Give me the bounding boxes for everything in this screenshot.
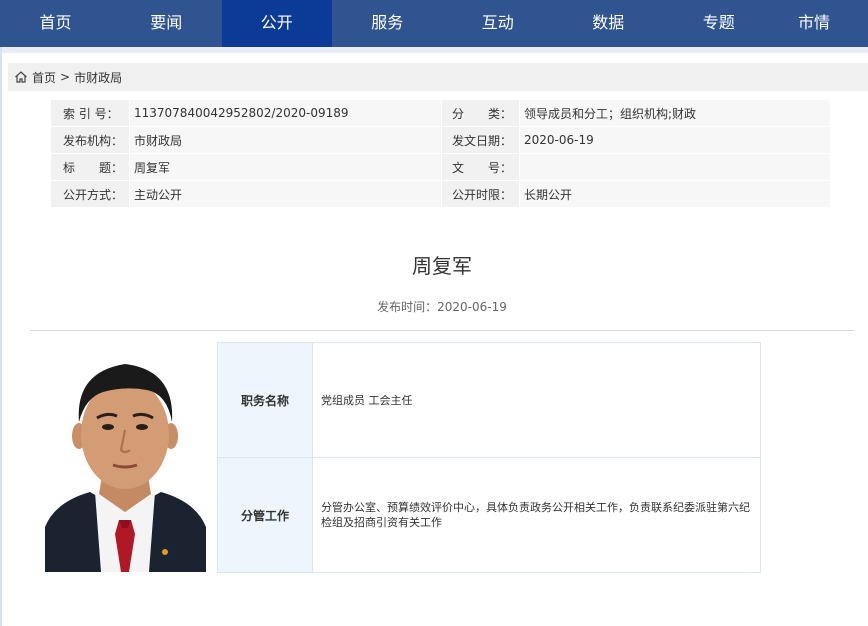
home-icon (15, 71, 27, 83)
profile-row-position: 职务名称 党组成员 工会主任 (218, 343, 760, 457)
meta-title-label: 标 题： (51, 154, 130, 181)
position-label: 职务名称 (218, 343, 313, 457)
portrait-photo (45, 352, 206, 572)
nav-item-home[interactable]: 首页 (0, 0, 111, 47)
publish-time: 发布时间：2020-06-19 (0, 298, 868, 315)
meta-index-value: 113707840042952802/2020-09189 (130, 100, 442, 127)
left-border (0, 47, 2, 626)
nav-item-service[interactable]: 服务 (332, 0, 443, 47)
main-nav: 首页 要闻 公开 服务 互动 数据 专题 市情 (0, 0, 868, 47)
publish-time-date: 2020-06-19 (437, 300, 507, 314)
nav-item-city-info[interactable]: 市情 (774, 0, 854, 47)
meta-docno-value (520, 154, 831, 181)
meta-docno-label: 文 号： (442, 154, 520, 181)
meta-method-value: 主动公开 (130, 181, 442, 208)
publish-time-prefix: 发布时间： (377, 300, 438, 314)
duty-value: 分管办公室、预算绩效评价中心，具体负责政务公开相关工作，负责联系纪委派驻第六纪检… (321, 501, 750, 529)
meta-category-value: 领导成员和分工；组织机构;财政 (520, 100, 831, 127)
meta-row: 发布机构： 市财政局 发文日期： 2020-06-19 (51, 127, 831, 154)
article-title: 周复军 (412, 254, 472, 278)
profile-table: 职务名称 党组成员 工会主任 分管工作 分管办公室、预算绩效评价中心，具体负责政… (217, 342, 761, 573)
profile-row-duty: 分管工作 分管办公室、预算绩效评价中心，具体负责政务公开相关工作，负责联系纪委派… (218, 457, 760, 572)
meta-method-label: 公开方式： (51, 181, 130, 208)
meta-row: 标 题： 周复军 文 号： (51, 154, 831, 181)
document-meta-table: 索 引 号： 113707840042952802/2020-09189 分 类… (51, 100, 831, 208)
portrait-image (45, 352, 206, 572)
breadcrumb-home-link[interactable]: 首页 (32, 69, 56, 86)
duty-label: 分管工作 (218, 458, 313, 572)
meta-org-label: 发布机构： (51, 127, 130, 154)
breadcrumb: 首页 > 市财政局 (8, 63, 868, 91)
meta-date-label: 发文日期： (442, 127, 520, 154)
position-value: 党组成员 工会主任 (321, 393, 413, 407)
meta-org-value: 市财政局 (130, 127, 442, 154)
meta-index-label: 索 引 号： (51, 100, 130, 127)
meta-row: 索 引 号： 113707840042952802/2020-09189 分 类… (51, 100, 831, 127)
meta-row: 公开方式： 主动公开 公开时限： 长期公开 (51, 181, 831, 208)
meta-title-value: 周复军 (130, 154, 442, 181)
nav-item-topics[interactable]: 专题 (664, 0, 775, 47)
nav-item-data[interactable]: 数据 (553, 0, 664, 47)
nav-underline (0, 47, 868, 53)
meta-category-label: 分 类： (442, 100, 520, 127)
meta-date-value: 2020-06-19 (520, 127, 831, 154)
meta-period-value: 长期公开 (520, 181, 831, 208)
title-divider (30, 330, 854, 331)
meta-period-label: 公开时限： (442, 181, 520, 208)
breadcrumb-current-link[interactable]: 市财政局 (74, 69, 122, 86)
nav-item-news[interactable]: 要闻 (111, 0, 222, 47)
nav-item-interaction[interactable]: 互动 (443, 0, 554, 47)
nav-item-open[interactable]: 公开 (221, 0, 332, 47)
breadcrumb-separator: > (60, 70, 71, 84)
